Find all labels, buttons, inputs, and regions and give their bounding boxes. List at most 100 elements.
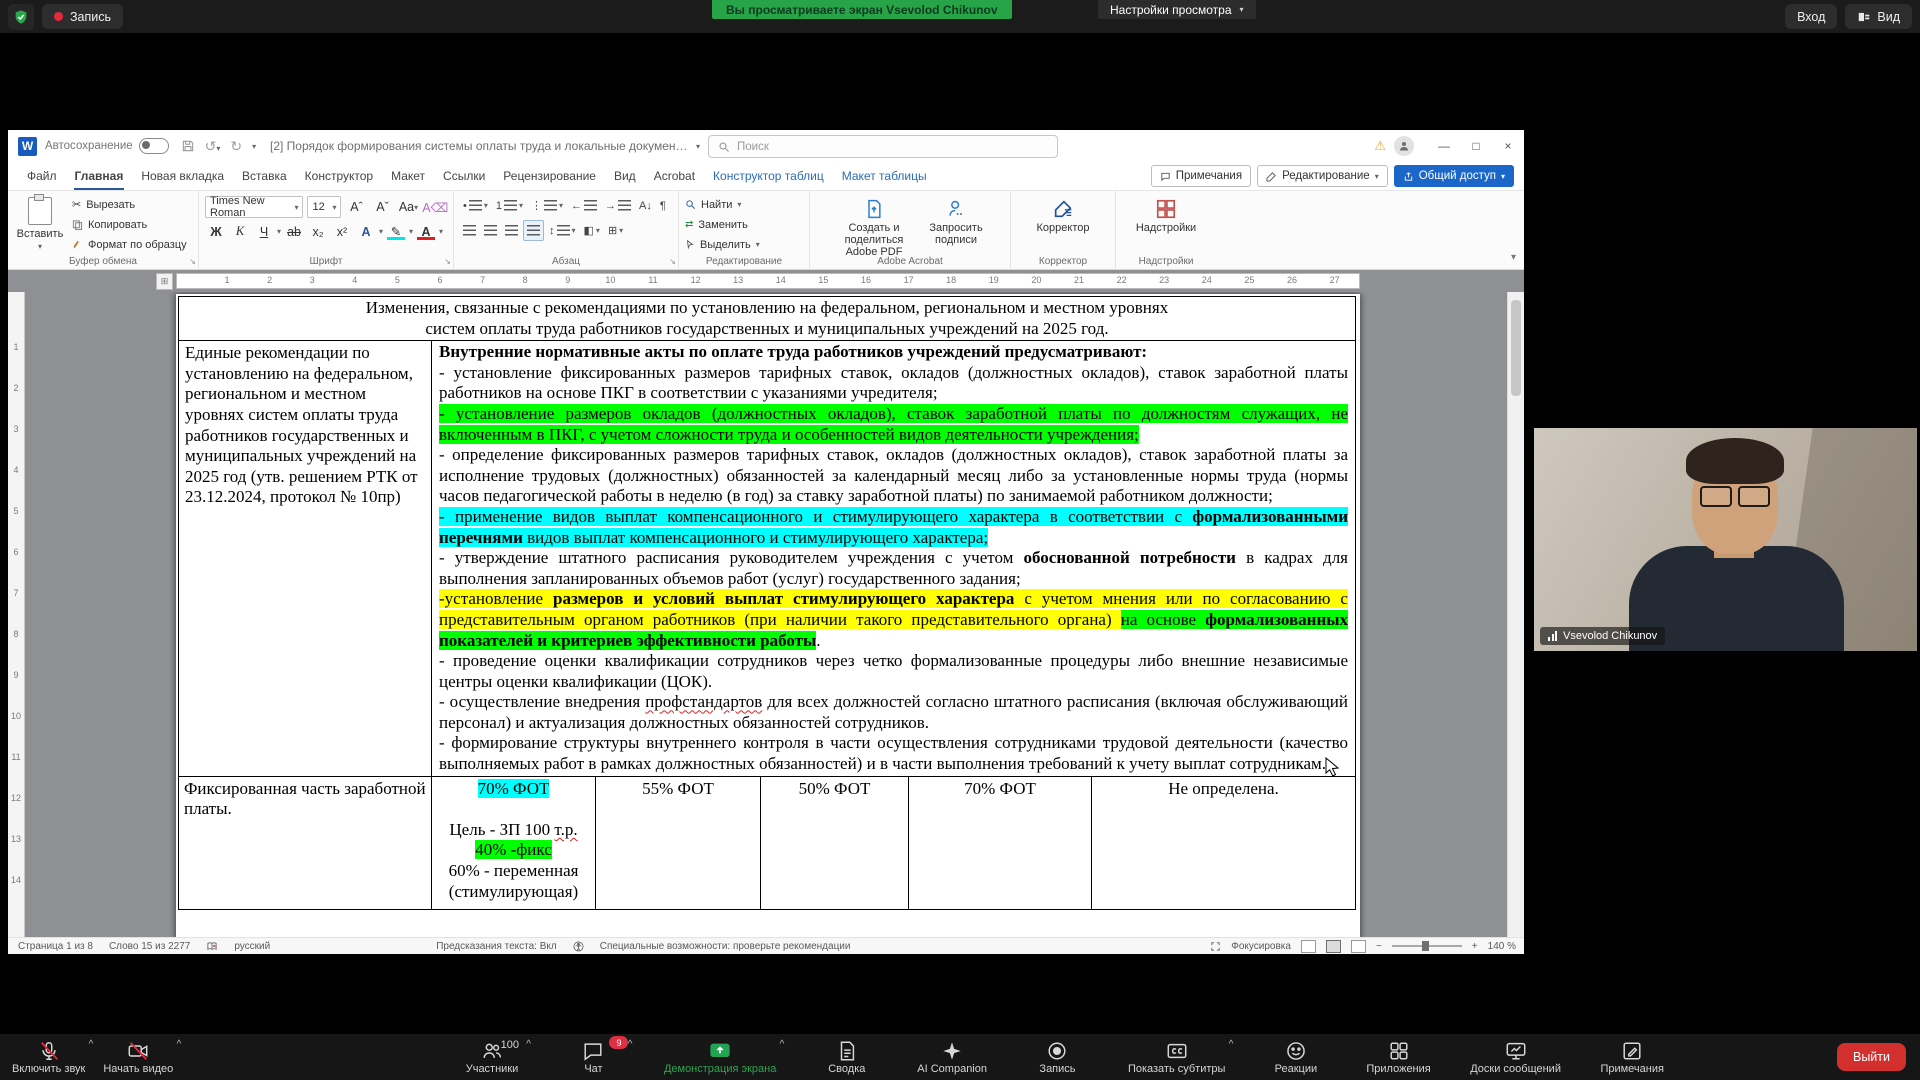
chevron-up-icon[interactable]: ^: [780, 1039, 785, 1050]
toolbar-share-button[interactable]: Демонстрация экрана^: [658, 1036, 782, 1078]
superscript-button[interactable]: x²: [331, 222, 353, 241]
paragraph-marks-button[interactable]: ¶: [657, 196, 669, 215]
share-button[interactable]: Общий доступ ▾: [1394, 165, 1514, 187]
zoom-out-icon[interactable]: −: [1376, 941, 1382, 952]
find-button[interactable]: Найти▾: [685, 196, 760, 213]
qat-more-icon[interactable]: ▾: [252, 142, 256, 151]
doc-paragraph[interactable]: - установление размеров окладов (должнос…: [439, 404, 1348, 445]
doc-paragraph[interactable]: - применение видов выплат компенсационно…: [439, 507, 1348, 548]
doc-paragraph[interactable]: Внутренние нормативные акты по оплате тр…: [439, 342, 1348, 363]
tab-Макет[interactable]: Макет: [382, 164, 434, 190]
zoom-level[interactable]: 140 %: [1488, 941, 1516, 952]
subscript-button[interactable]: x₂: [307, 222, 329, 241]
accessibility-status[interactable]: Специальные возможности: проверьте реком…: [600, 941, 851, 952]
account-icon[interactable]: [1394, 136, 1414, 156]
vertical-scrollbar[interactable]: [1507, 292, 1524, 937]
underline-button[interactable]: Ч: [253, 222, 275, 241]
tab-Вставка[interactable]: Вставка: [233, 164, 296, 190]
view-button[interactable]: Вид: [1845, 4, 1912, 29]
word-count[interactable]: Слово 15 из 2277: [109, 941, 190, 952]
doc-paragraph[interactable]: -установление размеров и условий выплат …: [439, 589, 1348, 651]
align-right-button[interactable]: [502, 221, 521, 240]
vertical-ruler[interactable]: 1234567891011121314: [8, 292, 25, 937]
toolbar-record-button[interactable]: Запись: [1020, 1036, 1094, 1078]
format-painter-button[interactable]: Формат по образцу: [72, 236, 187, 253]
read-mode-icon[interactable]: [1301, 940, 1316, 953]
bottom-row-cell[interactable]: 70% ФОТ: [909, 777, 1092, 909]
tab-Макет таблицы[interactable]: Макет таблицы: [833, 164, 936, 190]
text-predictions[interactable]: Предсказания текста: Вкл: [436, 941, 557, 952]
font-name-combo[interactable]: Times New Roman▾: [205, 196, 303, 218]
doc-paragraph[interactable]: - проведение оценки квалификации сотрудн…: [439, 651, 1348, 692]
toolbar-captions-button[interactable]: Показать субтитры^: [1122, 1036, 1232, 1078]
acrobat-request-sign-button[interactable]: Запросить подписи: [923, 196, 989, 253]
toolbar-summary-button[interactable]: Сводка: [810, 1036, 884, 1078]
toolbar-mute-button[interactable]: Включить звук^: [6, 1036, 91, 1078]
table-left-cell[interactable]: Единые рекомендации по установлению на ф…: [179, 341, 432, 775]
toolbar-apps-button[interactable]: Приложения: [1360, 1036, 1436, 1078]
tab-Файл[interactable]: Файл: [18, 164, 66, 190]
dialog-launcher-icon[interactable]: ↘: [669, 257, 676, 266]
chevron-up-icon[interactable]: ^: [177, 1039, 182, 1050]
leave-button[interactable]: Выйти: [1837, 1043, 1906, 1071]
redo-icon[interactable]: ↻: [230, 138, 242, 155]
borders-button[interactable]: ⊞▾: [605, 221, 626, 240]
tab-Acrobat[interactable]: Acrobat: [645, 164, 704, 190]
save-icon[interactable]: [181, 139, 195, 153]
multilevel-list-button[interactable]: ⋮▾: [528, 196, 566, 215]
table-grip-icon[interactable]: ⊞: [156, 273, 173, 290]
doc-paragraph[interactable]: - установление фиксированных размеров та…: [439, 363, 1348, 404]
accessibility-icon[interactable]: [573, 941, 584, 952]
toolbar-chat-button[interactable]: Чат^9: [556, 1036, 630, 1078]
change-case-button[interactable]: Aa▾: [397, 198, 419, 217]
table-header-cell[interactable]: Изменения, связанные с рекомендациями по…: [179, 297, 1355, 341]
toolbar-reactions-button[interactable]: Реакции: [1259, 1036, 1333, 1078]
h-ruler-band[interactable]: 1234567891011121314151617181920212223242…: [176, 273, 1360, 289]
numbered-list-button[interactable]: 1▾: [493, 196, 526, 215]
language-indicator[interactable]: русский: [234, 941, 270, 952]
bottom-row-cell[interactable]: Не определена.: [1092, 777, 1355, 909]
grow-font-button[interactable]: Аˆ: [345, 198, 367, 217]
bottom-row-cell[interactable]: 55% ФОТ: [596, 777, 761, 909]
dialog-launcher-icon[interactable]: ↘: [444, 257, 451, 266]
page-indicator[interactable]: Страница 1 из 8: [18, 941, 93, 952]
highlight-color-button[interactable]: ✎: [385, 222, 407, 241]
acrobat-create-share-button[interactable]: Создать и поделиться Adobe PDF: [831, 196, 917, 253]
chevron-up-icon[interactable]: ^: [1229, 1039, 1234, 1050]
tab-Главная[interactable]: Главная: [66, 164, 133, 190]
search-input[interactable]: Поиск: [708, 135, 1058, 158]
corrector-button[interactable]: Корректор: [1023, 196, 1103, 253]
replace-button[interactable]: ⇄Заменить: [685, 216, 760, 233]
signin-button[interactable]: Вход: [1785, 4, 1837, 29]
comments-button[interactable]: Примечания: [1151, 165, 1251, 187]
document-page[interactable]: Изменения, связанные с рекомендациями по…: [176, 294, 1360, 937]
shrink-font-button[interactable]: Аˇ: [371, 198, 393, 217]
doc-paragraph[interactable]: - формирование структуры внутреннего кон…: [439, 733, 1348, 774]
undo-icon[interactable]: ↺▾: [205, 138, 221, 155]
minimize-button[interactable]: —: [1428, 130, 1460, 162]
zoom-in-icon[interactable]: +: [1472, 941, 1478, 952]
bullet-list-button[interactable]: •▾: [460, 196, 491, 215]
tab-Новая вкладка[interactable]: Новая вкладка: [132, 164, 233, 190]
paste-button[interactable]: Вставить ▾: [14, 196, 66, 253]
row2-right-cell[interactable]: Внутренние нормативные акты по оплате тр…: [432, 341, 1355, 775]
focus-mode[interactable]: Фокусировка: [1231, 941, 1291, 952]
align-center-button[interactable]: [481, 221, 500, 240]
cut-button[interactable]: ✂Вырезать: [72, 196, 187, 213]
security-shield-icon[interactable]: [8, 4, 34, 30]
participant-video-tile[interactable]: Vsevolod Chikunov: [1534, 428, 1917, 651]
doc-paragraph[interactable]: - осуществление внедрения профстандартов…: [439, 692, 1348, 733]
collapse-ribbon-icon[interactable]: ▾: [1511, 252, 1516, 263]
bottom-row-cell[interactable]: 70% ФОТ Цель - ЗП 100 т.р.40% -фикс60% -…: [432, 777, 596, 909]
recording-indicator[interactable]: Запись: [42, 4, 123, 29]
close-button[interactable]: ×: [1492, 130, 1524, 162]
autosave-toggle[interactable]: [139, 138, 169, 154]
web-layout-icon[interactable]: [1351, 940, 1366, 953]
justify-button[interactable]: [523, 220, 544, 241]
addins-button[interactable]: Надстройки: [1128, 196, 1204, 253]
word-logo-icon[interactable]: W: [18, 137, 37, 156]
select-button[interactable]: Выделить▾: [685, 236, 760, 253]
horizontal-ruler[interactable]: ⊞ 12345678910111213141516171819202122232…: [8, 270, 1524, 292]
toolbar-video-button[interactable]: Начать видео^: [97, 1036, 179, 1078]
scrollbar-thumb[interactable]: [1511, 300, 1521, 396]
